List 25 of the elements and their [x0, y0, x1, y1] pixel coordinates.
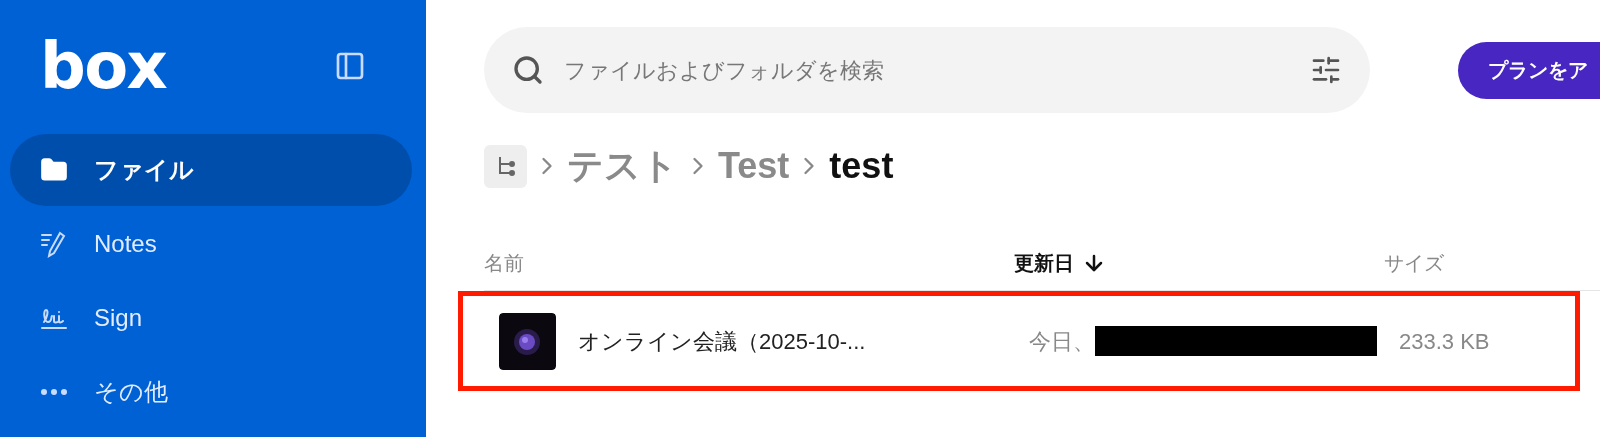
filter-icon[interactable]	[1310, 54, 1342, 86]
column-header[interactable]: 名前	[484, 247, 524, 278]
sidebar-item[interactable]: Sign	[10, 282, 412, 354]
file-name[interactable]: オンライン会議（2025-10-...	[578, 324, 866, 358]
breadcrumb-item: test	[829, 144, 894, 188]
sidebar-item[interactable]: Notes	[10, 208, 412, 280]
search-icon	[512, 54, 544, 86]
column-header[interactable]: サイズ	[1384, 247, 1444, 278]
breadcrumb-item[interactable]: Test	[718, 139, 790, 193]
pencil-notes-icon	[40, 230, 68, 258]
breadcrumb-item[interactable]: テスト	[567, 139, 678, 193]
sidebar-item[interactable]: ファイル	[10, 134, 412, 206]
more-icon	[41, 389, 67, 395]
logo: box	[40, 34, 167, 98]
modified-date: 今日、	[1029, 327, 1095, 356]
column-header[interactable]: 更新日	[1014, 247, 1074, 278]
search-field[interactable]: ファイルおよびフォルダを検索	[484, 27, 1370, 113]
file-row[interactable]: オンライン会議（2025-10-... 今日、 233.3 KB	[458, 291, 1580, 391]
collapse-sidebar-button[interactable]	[334, 50, 366, 82]
sidebar-item[interactable]: その他	[10, 356, 412, 428]
search-input[interactable]: ファイルおよびフォルダを検索	[564, 53, 1290, 87]
folder-tree-icon[interactable]	[484, 144, 527, 188]
folder-icon	[40, 156, 68, 184]
file-size: 233.3 KB	[1399, 327, 1490, 356]
upgrade-button[interactable]: プランをア	[1458, 41, 1600, 99]
